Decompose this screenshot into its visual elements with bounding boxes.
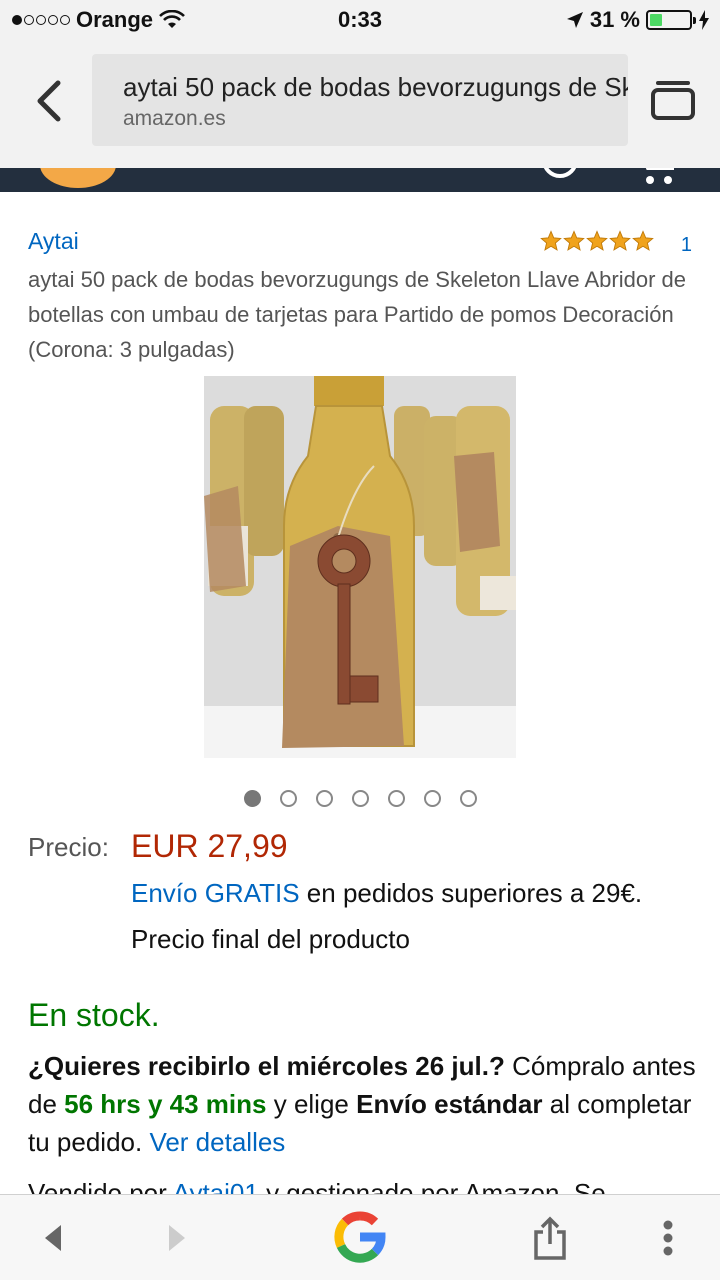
star-icon bbox=[632, 230, 654, 251]
url-bar[interactable]: aytai 50 pack de bodas bevorzugungs de S… bbox=[92, 54, 628, 146]
rating-stars[interactable] bbox=[540, 230, 654, 252]
amazon-logo[interactable] bbox=[40, 168, 116, 188]
final-price-note: Precio final del producto bbox=[131, 924, 410, 954]
product-page: Aytai 1 aytai 50 pack de bodas bevorzugu… bbox=[0, 192, 720, 1194]
google-icon[interactable] bbox=[330, 1207, 390, 1267]
browser-toolbar bbox=[0, 1194, 720, 1280]
battery-area: 31 % bbox=[566, 7, 710, 33]
battery-icon bbox=[646, 10, 696, 30]
details-link[interactable]: Ver detalles bbox=[149, 1127, 285, 1157]
pagination-dot[interactable] bbox=[351, 790, 369, 807]
url-title: aytai 50 pack de bodas bevorzugungs de S… bbox=[123, 72, 628, 102]
sold-by-text-a: Vendido por bbox=[28, 1178, 173, 1194]
forward-arrow-icon[interactable] bbox=[162, 1213, 192, 1263]
delivery-info: ¿Quieres recibirlo el miércoles 26 jul.?… bbox=[28, 1047, 708, 1161]
price-value: EUR 27,99 bbox=[131, 828, 288, 864]
more-vertical-icon[interactable] bbox=[656, 1213, 680, 1263]
back-arrow-icon[interactable] bbox=[38, 1213, 68, 1263]
price-label: Precio: bbox=[28, 832, 109, 862]
pagination-dot[interactable] bbox=[243, 790, 261, 807]
browser-header: aytai 50 pack de bodas bevorzugungs de S… bbox=[0, 40, 720, 168]
pagination-dot[interactable] bbox=[387, 790, 405, 807]
shipping-info: Envío GRATIS en pedidos superiores a 29€… bbox=[131, 878, 642, 909]
delivery-text-b: y elige bbox=[266, 1089, 357, 1119]
status-bar: Orange 0:33 31 % bbox=[0, 0, 720, 40]
share-icon[interactable] bbox=[532, 1213, 568, 1263]
star-icon bbox=[540, 230, 562, 251]
star-icon bbox=[563, 230, 585, 251]
rating-count[interactable]: 1 bbox=[681, 234, 692, 257]
stock-status: En stock. bbox=[28, 997, 160, 1033]
delivery-countdown: 56 hrs y 43 mins bbox=[64, 1089, 267, 1119]
star-icon bbox=[609, 230, 631, 251]
star-icon bbox=[586, 230, 608, 251]
image-pagination bbox=[0, 790, 720, 807]
tabs-icon[interactable] bbox=[650, 78, 696, 122]
pagination-dot[interactable] bbox=[279, 790, 297, 807]
header-icons bbox=[543, 168, 674, 184]
url-host: amazon.es bbox=[123, 107, 226, 130]
free-shipping-link[interactable]: Envío GRATIS bbox=[131, 878, 300, 908]
pagination-dot[interactable] bbox=[423, 790, 441, 807]
chevron-left-icon[interactable] bbox=[30, 78, 70, 124]
sold-by: Vendido por Aytai01 y gestionado por Ama… bbox=[28, 1174, 720, 1194]
brand-link[interactable]: Aytai bbox=[28, 228, 79, 254]
sold-by-text-b: y gestionado por Amazon. Se bbox=[258, 1178, 606, 1194]
pagination-dot[interactable] bbox=[315, 790, 333, 807]
delivery-method: Envío estándar bbox=[356, 1089, 543, 1119]
amazon-header bbox=[0, 168, 720, 192]
pagination-dot[interactable] bbox=[459, 790, 477, 807]
delivery-question: ¿Quieres recibirlo el miércoles 26 jul.? bbox=[28, 1051, 505, 1081]
product-image[interactable] bbox=[204, 376, 516, 758]
shipping-text: en pedidos superiores a 29€. bbox=[299, 878, 643, 908]
location-arrow-icon bbox=[566, 12, 583, 28]
charging-icon bbox=[699, 10, 709, 30]
product-title: aytai 50 pack de bodas bevorzugungs de S… bbox=[28, 267, 687, 362]
brand-rating-row: Aytai 1 bbox=[28, 228, 692, 258]
battery-fill bbox=[650, 14, 662, 26]
seller-link[interactable]: Aytai01 bbox=[173, 1178, 259, 1194]
battery-percent: 31 % bbox=[589, 7, 640, 32]
